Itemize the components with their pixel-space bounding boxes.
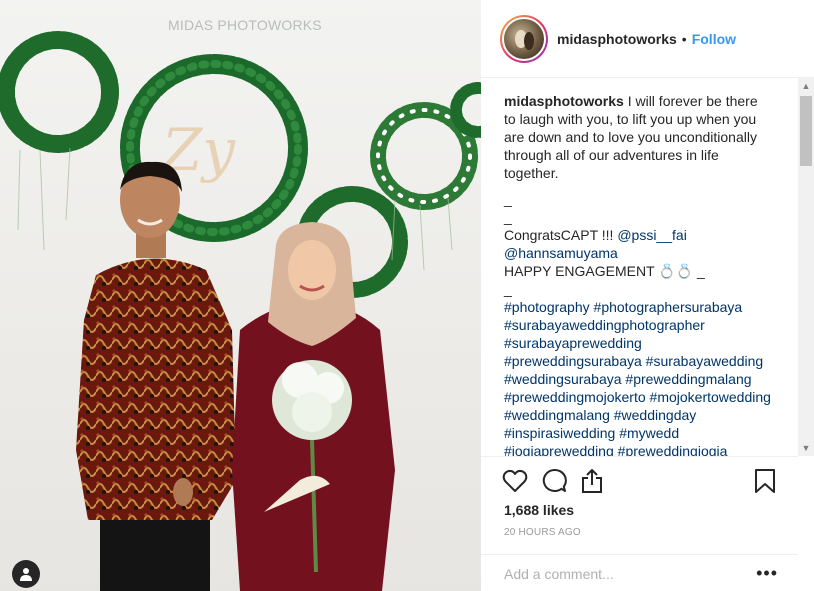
scroll-up-arrow-icon[interactable]: ▲ xyxy=(798,78,814,94)
hashtag-link[interactable]: #photographersurabaya xyxy=(594,299,743,315)
hashtag-link[interactable]: #mywedd xyxy=(619,425,679,441)
hashtag-list: #photography #photographersurabaya #sura… xyxy=(504,298,771,456)
likes-count[interactable]: 1,688 likes xyxy=(504,502,574,518)
follow-button[interactable]: Follow xyxy=(692,31,736,47)
hashtag-link[interactable]: #surabayaweddingphotographer xyxy=(504,317,705,333)
post-header: midasphotoworks • Follow xyxy=(481,0,814,78)
speech-bubble-icon xyxy=(542,468,567,492)
avatar[interactable] xyxy=(502,16,546,61)
hashtag-link[interactable]: #preweddingsurabaya xyxy=(504,353,642,369)
post-timestamp[interactable]: 20 HOURS AGO xyxy=(504,527,581,538)
hashtag-link[interactable]: #weddingmalang xyxy=(504,407,610,423)
caption: midasphotoworks I will forever be there … xyxy=(481,78,797,456)
mention-link[interactable]: @pssi__fai xyxy=(617,227,686,243)
post-sidebar: midasphotoworks • Follow midasphotoworks… xyxy=(481,0,814,591)
bookmark-icon xyxy=(755,469,775,493)
comment-input[interactable] xyxy=(504,564,754,584)
user-tags-button[interactable] xyxy=(12,560,40,588)
action-icons xyxy=(501,467,798,495)
post-actions: 1,688 likes 20 HOURS AGO ••• xyxy=(481,456,798,591)
header-username[interactable]: midasphotoworks xyxy=(557,31,677,47)
share-button[interactable] xyxy=(578,467,606,495)
hashtag-link[interactable]: #preweddingmojokerto xyxy=(504,389,646,405)
comment-button[interactable] xyxy=(540,467,568,495)
caption-separator: _ xyxy=(504,281,512,297)
scrollbar-thumb[interactable] xyxy=(800,96,812,166)
hashtag-link[interactable]: #surabayaprewedding xyxy=(504,335,642,351)
caption-separator: _ xyxy=(504,209,512,225)
hashtag-link[interactable]: #weddingsurabaya xyxy=(504,371,622,387)
header-separator: • xyxy=(681,30,687,47)
photo-watermark: MIDAS PHOTOWORKS xyxy=(168,17,322,33)
post-photo[interactable]: Zy MIDAS PHOTOWORKS xyxy=(0,0,481,591)
hashtag-link[interactable]: #preweddingjogja xyxy=(618,443,728,456)
engagement-photo-illustration: Zy xyxy=(0,0,481,591)
hashtag-link[interactable]: #mojokertowedding xyxy=(650,389,771,405)
hashtag-link[interactable]: #inspirasiwedding xyxy=(504,425,615,441)
hashtag-link[interactable]: #preweddingmalang xyxy=(625,371,751,387)
hashtag-link[interactable]: #jogjaprewedding xyxy=(504,443,614,456)
hashtag-link[interactable]: #photography xyxy=(504,299,590,315)
like-button[interactable] xyxy=(501,467,529,495)
hashtag-link[interactable]: #weddingday xyxy=(614,407,697,423)
scroll-down-arrow-icon[interactable]: ▼ xyxy=(798,440,814,456)
comments-scrollbar[interactable]: ▲ ▼ xyxy=(798,78,814,456)
avatar-image xyxy=(515,29,534,50)
person-icon xyxy=(20,568,32,581)
comment-bar: ••• xyxy=(481,554,798,591)
hashtag-link[interactable]: #surabayawedding xyxy=(646,353,764,369)
comments-section[interactable]: midasphotoworks I will forever be there … xyxy=(481,78,814,456)
more-options-button[interactable]: ••• xyxy=(756,563,778,584)
save-button[interactable] xyxy=(751,467,779,495)
caption-username[interactable]: midasphotoworks xyxy=(504,93,624,109)
share-icon xyxy=(582,469,602,493)
heart-icon xyxy=(502,469,528,492)
caption-separator: _ xyxy=(504,191,512,207)
caption-congrats: CongratsCAPT !!! xyxy=(504,227,618,243)
mention-link[interactable]: @hannsamuyama xyxy=(504,245,618,261)
avatar-story-ring[interactable] xyxy=(500,14,548,63)
caption-engagement: HAPPY ENGAGEMENT 💍💍 _ xyxy=(504,263,705,279)
